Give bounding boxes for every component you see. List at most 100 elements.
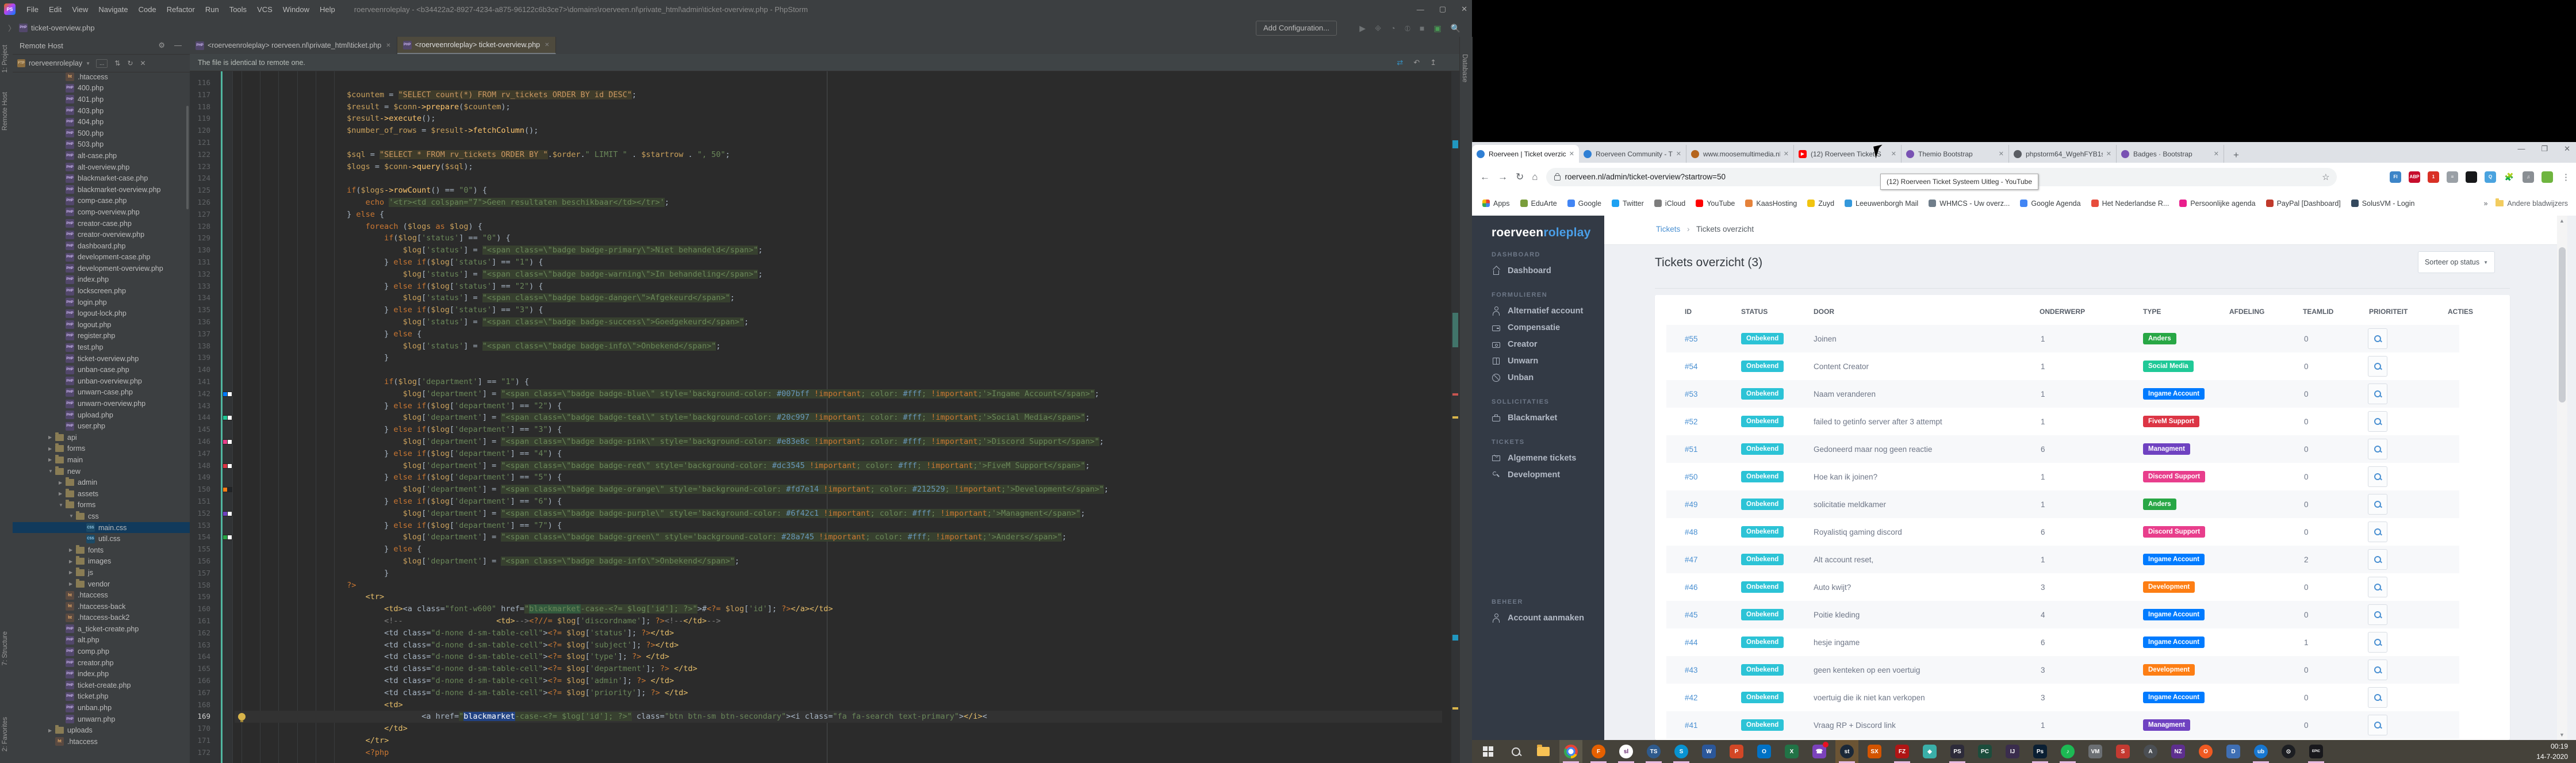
browser-tab[interactable]: Roerveen Community - Ticket nr.✕: [1579, 145, 1686, 163]
code-editor[interactable]: 1161171181191201211221231241251261271281…: [190, 71, 1451, 763]
tab-close-icon[interactable]: ✕: [1891, 150, 1896, 158]
taskbar-affinity[interactable]: A: [2139, 740, 2162, 763]
tree-file-.htaccess[interactable]: ht.htaccess: [13, 589, 190, 601]
table-row[interactable]: #48OnbekendRoyalistiq gaming discord6Dis…: [1666, 518, 2459, 546]
taskbar-photoshop-cc[interactable]: Ps: [2029, 740, 2052, 763]
menu-help[interactable]: Help: [315, 5, 340, 14]
sidebar-item-unwarn[interactable]: Unwarn: [1492, 356, 1538, 366]
chevron-down-icon[interactable]: ▼: [48, 469, 54, 474]
browser-tab[interactable]: Badges · Bootstrap✕: [2117, 145, 2224, 163]
code-line[interactable]: } else if($log['department'] == "4") {: [235, 448, 1442, 460]
taskbar-word[interactable]: W: [1697, 740, 1720, 763]
new-tab-button[interactable]: +: [2229, 148, 2244, 163]
tree-file-comp-overview.php[interactable]: PHPcomp-overview.php: [13, 206, 190, 218]
table-row[interactable]: #53OnbekendNaam veranderen1Ingame Accoun…: [1666, 380, 2459, 408]
chevron-right-icon[interactable]: ▶: [59, 491, 64, 496]
site-logo[interactable]: roerveenroleplay: [1492, 226, 1590, 240]
tree-folder-api[interactable]: ▶api: [13, 432, 190, 443]
view-ticket-button[interactable]: [2368, 687, 2387, 708]
code-line[interactable]: } else if($log['department'] == "6") {: [235, 496, 1442, 508]
bookmark-apps[interactable]: Apps: [1482, 200, 1510, 208]
chevron-right-icon[interactable]: ▶: [48, 435, 54, 440]
tree-file-alt-overview.php[interactable]: PHPalt-overview.php: [13, 162, 190, 173]
ticket-id-link[interactable]: #46: [1685, 583, 1698, 592]
table-row[interactable]: #41OnbekendVraag RP + Discord link1Manag…: [1666, 711, 2459, 739]
reload-icon[interactable]: ↻: [1516, 171, 1524, 183]
menu-edit[interactable]: Edit: [44, 5, 67, 14]
taskbar-search[interactable]: [1504, 740, 1527, 763]
tree-file-.htaccess[interactable]: ht.htaccess: [13, 736, 190, 747]
tree-file-creator-overview.php[interactable]: PHPcreator-overview.php: [13, 229, 190, 240]
taskbar-start[interactable]: [1477, 740, 1500, 763]
ticket-id-link[interactable]: #42: [1685, 693, 1698, 702]
undo-icon[interactable]: ↶: [1413, 58, 1420, 67]
view-ticket-button[interactable]: [2368, 549, 2387, 570]
view-ticket-button[interactable]: [2368, 577, 2387, 597]
panel-settings-gear-icon[interactable]: ⚙: [158, 41, 165, 50]
code-line[interactable]: if($logs->rowCount() == "0") {: [235, 185, 1442, 197]
tree-folder-uploads[interactable]: ▶uploads: [13, 724, 190, 736]
tree-file-register.php[interactable]: PHPregister.php: [13, 331, 190, 342]
tree-file-unwarn-case.php[interactable]: PHPunwarn-case.php: [13, 387, 190, 398]
tab-close-icon[interactable]: ✕: [386, 43, 390, 49]
tree-folder-fonts[interactable]: ▶fonts: [13, 545, 190, 556]
code-line[interactable]: $logs = $conn->query($sql);: [235, 161, 1442, 173]
tree-file-503.php[interactable]: PHP503.php: [13, 139, 190, 151]
code-line[interactable]: $log['department'] = "<span class=\"badg…: [235, 531, 1442, 543]
sidebar-item-alternatief-account[interactable]: Alternatief account: [1492, 306, 1583, 316]
taskbar-nzxt-cam[interactable]: NZ: [2167, 740, 2190, 763]
code-line[interactable]: $result->execute();: [235, 113, 1442, 125]
taskbar-firefox[interactable]: F: [1587, 740, 1610, 763]
chevron-right-icon[interactable]: ▶: [69, 547, 75, 553]
panel-hide-icon[interactable]: —: [174, 41, 182, 50]
bookmark-solusvm-login[interactable]: SolusVM - Login: [2351, 200, 2415, 208]
taskbar-photoshop[interactable]: PS: [1946, 740, 1969, 763]
puzzle-extension-icon[interactable]: 🧩: [2504, 171, 2515, 183]
bookmark-google[interactable]: Google: [1567, 200, 1601, 208]
code-line[interactable]: <a href="blackmarket-case-<?= $log['id']…: [235, 711, 1442, 723]
tree-file-user.php[interactable]: PHPuser.php: [13, 420, 190, 432]
tree-file-logout-lock.php[interactable]: PHPlogout-lock.php: [13, 308, 190, 319]
table-row[interactable]: #55OnbekendJoinen1Anders0: [1666, 325, 2459, 352]
sidebar-item-algemene-tickets[interactable]: Algemene tickets: [1492, 454, 1576, 463]
search-blue-icon[interactable]: Q: [2485, 171, 2496, 183]
code-line[interactable]: $log['status'] = "<span class=\"badge ba…: [235, 340, 1442, 352]
ide-close-button[interactable]: ✕: [1461, 5, 1467, 14]
bookmark-het-nederlandse-r-[interactable]: Het Nederlandse R...: [2091, 200, 2169, 208]
menu-file[interactable]: File: [21, 5, 44, 14]
menu-tools[interactable]: Tools: [224, 5, 252, 14]
code-line[interactable]: $log['department'] = "<span class=\"badg…: [235, 388, 1442, 400]
code-line[interactable]: foreach ($logs as $log) {: [235, 221, 1442, 233]
code-line[interactable]: $log['department'] = "<span class=\"badg…: [235, 508, 1442, 520]
tree-file-blackmarket-case.php[interactable]: PHPblackmarket-case.php: [13, 172, 190, 184]
toolwindow-tab-structure[interactable]: 7: Structure: [2, 631, 9, 665]
tree-file-unwarn.php[interactable]: PHPunwarn.php: [13, 714, 190, 725]
tree-file-dashboard.php[interactable]: PHPdashboard.php: [13, 240, 190, 252]
browser-tab[interactable]: phpstorm64_WgehFYB1s.png (7✕: [2009, 145, 2117, 163]
server-dropdown-caret-icon[interactable]: ▼: [86, 61, 90, 66]
table-row[interactable]: #42Onbekendvoertuig die ik niet kan verk…: [1666, 684, 2459, 711]
code-line[interactable]: } else if($log['department'] == "2") {: [235, 400, 1442, 412]
color-swatch[interactable]: [223, 440, 227, 444]
code-line[interactable]: [235, 172, 1442, 185]
tree-file-unban-case.php[interactable]: PHPunban-case.php: [13, 364, 190, 375]
tree-file-creator.php[interactable]: PHPcreator.php: [13, 657, 190, 669]
code-line[interactable]: $result = $conn->prepare($countem);: [235, 101, 1442, 113]
tree-file-401.php[interactable]: PHP401.php: [13, 94, 190, 105]
other-bookmarks-folder[interactable]: Andere bladwijzers: [2496, 200, 2568, 208]
run-icon[interactable]: ▶: [1359, 24, 1366, 33]
browser-tab[interactable]: Roerveen | Ticket overzicht✕: [1472, 145, 1579, 163]
taskbar-file-explorer[interactable]: [1532, 740, 1555, 763]
color-swatch[interactable]: [223, 512, 227, 516]
playlist-icon[interactable]: ♫: [2523, 171, 2534, 183]
profile-icon[interactable]: ◔: [1390, 24, 1395, 33]
ticket-id-link[interactable]: #47: [1685, 555, 1698, 564]
ticket-id-link[interactable]: #48: [1685, 528, 1698, 536]
view-ticket-button[interactable]: [2368, 660, 2387, 680]
bookmark-persoonlijke-agenda[interactable]: Persoonlijke agenda: [2179, 200, 2255, 208]
breadcrumb-link-tickets[interactable]: Tickets: [1656, 225, 1680, 233]
menu-navigate[interactable]: Navigate: [93, 5, 133, 14]
sync-compare-icon[interactable]: ⇄: [1397, 58, 1403, 67]
taskbar-slack[interactable]: sl: [1615, 740, 1638, 763]
code-line[interactable]: } else if($log['status'] == "3") {: [235, 304, 1442, 316]
